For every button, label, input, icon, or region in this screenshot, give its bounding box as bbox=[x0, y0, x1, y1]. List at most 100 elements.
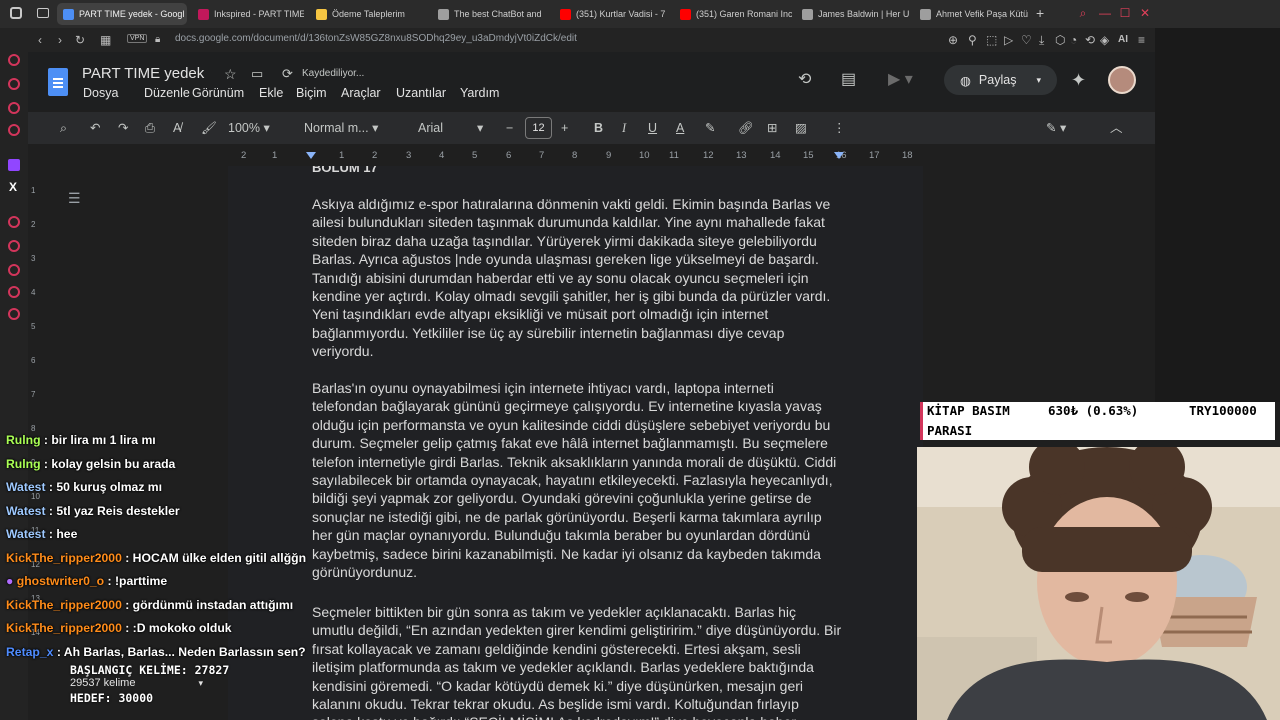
horizontal-ruler[interactable]: 2 1 1 2 3 4 5 6 7 8 9 10 11 12 13 14 15 16 17 18 bbox=[28, 146, 1155, 166]
browser-tab[interactable]: (351) Kurtlar Vadisi - 7 bbox=[554, 3, 670, 25]
cube-icon[interactable]: ◈ bbox=[1100, 33, 1109, 47]
add-comment-icon[interactable]: ⊞ bbox=[767, 120, 777, 136]
link-icon[interactable]: 🔗︎ bbox=[738, 120, 754, 136]
lock-icon[interactable]: 🔒︎ bbox=[155, 33, 160, 47]
document-title[interactable]: PART TIME yedek bbox=[82, 65, 204, 82]
sync-icon[interactable]: ⟳ bbox=[282, 66, 293, 82]
redo-icon[interactable]: ↷ bbox=[118, 120, 128, 136]
text-color-button[interactable]: A bbox=[676, 120, 684, 136]
right-indent-marker[interactable] bbox=[834, 152, 844, 159]
paragraph[interactable]: Barlas'ın oyunu oynayabilmesi için inter… bbox=[312, 379, 852, 581]
increase-font-size-button[interactable]: + bbox=[561, 120, 568, 136]
menu-icon[interactable] bbox=[10, 7, 22, 19]
reload-icon[interactable]: ↻ bbox=[75, 33, 85, 47]
editing-mode-icon[interactable]: ✎ ▾ bbox=[1046, 120, 1066, 136]
rail-app-icon-2[interactable] bbox=[8, 78, 20, 90]
browser-menu-icon[interactable]: ≡ bbox=[1138, 33, 1145, 47]
twitch-icon[interactable] bbox=[8, 159, 20, 171]
search-tabs-icon[interactable]: ⌕ bbox=[1076, 6, 1090, 20]
bookmark-icon[interactable]: ♡ bbox=[1021, 33, 1032, 47]
paragraph[interactable]: Seçmeler bittikten bir gün sonra as takı… bbox=[312, 603, 852, 720]
maximize-button[interactable]: ☐ bbox=[1118, 6, 1132, 20]
browser-tab[interactable]: Inkspired - PART TIME bbox=[192, 3, 304, 25]
style-select[interactable]: Normal m... ▾ bbox=[304, 120, 378, 136]
rail-app-icon-1[interactable] bbox=[8, 54, 20, 66]
play-icon[interactable]: ▷ bbox=[1004, 33, 1013, 47]
new-tab-button[interactable]: + bbox=[1036, 5, 1044, 21]
decrease-font-size-button[interactable]: − bbox=[506, 120, 513, 136]
ai-icon[interactable]: AI bbox=[1118, 33, 1128, 47]
document-page[interactable]: BÖLÜM 17 Askıya aldığımız e-spor hatıral… bbox=[228, 166, 923, 720]
docs-word-count[interactable]: 29537 kelime ▾ bbox=[70, 677, 203, 689]
undo-icon[interactable]: ↶ bbox=[90, 120, 100, 136]
history-icon[interactable]: ⟲ bbox=[1085, 33, 1095, 47]
browser-tab[interactable]: James Baldwin | Her U bbox=[796, 3, 910, 25]
rail-app-icon-7[interactable] bbox=[8, 264, 20, 276]
rail-app-icon-5[interactable] bbox=[8, 216, 20, 228]
gemini-icon[interactable]: ✦ bbox=[1071, 71, 1086, 89]
comments-icon[interactable]: ▤ bbox=[841, 71, 856, 89]
zoom-select[interactable]: 100% ▾ bbox=[228, 120, 270, 136]
italic-button[interactable]: I bbox=[622, 120, 626, 136]
collapse-menu-icon[interactable]: ︿ bbox=[1110, 120, 1123, 136]
more-options-icon[interactable]: ⋮ bbox=[833, 120, 846, 136]
home-grid-icon[interactable]: ▦ bbox=[100, 33, 111, 47]
forward-icon[interactable]: › bbox=[58, 33, 62, 47]
spellcheck-icon[interactable]: A̸ bbox=[173, 120, 181, 136]
docs-logo-icon[interactable] bbox=[48, 68, 68, 96]
avatar[interactable] bbox=[1108, 66, 1136, 94]
menu-item[interactable]: Ekle bbox=[259, 86, 283, 100]
font-select[interactable]: Arial ▾ bbox=[418, 120, 483, 136]
saving-status: Kaydediliyor... bbox=[302, 68, 365, 79]
menu-item[interactable]: Biçim bbox=[296, 86, 327, 100]
browser-tab[interactable]: Ödeme Taleplerim bbox=[310, 3, 428, 25]
chat-message: Rulng : bir lira mı 1 lira mı bbox=[6, 433, 156, 447]
rail-app-icon-6[interactable] bbox=[8, 240, 20, 252]
meet-icon[interactable]: ▶︎ ▾ bbox=[888, 71, 913, 89]
insert-image-icon[interactable]: ▨ bbox=[795, 120, 807, 136]
star-icon[interactable]: ☆ bbox=[224, 66, 237, 83]
close-window-button[interactable]: ✕ bbox=[1138, 6, 1152, 20]
zoom-icon[interactable]: ⊕ bbox=[948, 33, 958, 47]
browser-tab[interactable]: The best ChatBot and bbox=[432, 3, 550, 25]
chat-username: Rulng bbox=[6, 433, 41, 447]
menu-item[interactable]: Düzenle bbox=[144, 86, 190, 100]
x-icon[interactable]: X bbox=[9, 180, 17, 194]
document-outline-icon[interactable]: ☰ bbox=[68, 190, 81, 207]
pin-icon[interactable]: ⚲ bbox=[968, 33, 977, 47]
menu-item[interactable]: Görünüm bbox=[192, 86, 244, 100]
browser-tab[interactable]: (351) Garen Romani Inc bbox=[674, 3, 792, 25]
paragraph[interactable]: Askıya aldığımız e-spor hatıralarına dön… bbox=[312, 195, 852, 361]
highlight-icon[interactable]: ✎ bbox=[705, 120, 715, 136]
menu-item[interactable]: Dosya bbox=[83, 86, 118, 100]
rail-app-icon-3[interactable] bbox=[8, 102, 20, 114]
search-menus-icon[interactable]: ⌕ bbox=[60, 120, 67, 136]
rail-app-icon-8[interactable] bbox=[8, 286, 20, 298]
back-icon[interactable]: ‹ bbox=[38, 33, 42, 47]
settings-icon[interactable] bbox=[8, 308, 20, 320]
snapshot-icon[interactable]: ⬚ bbox=[986, 33, 997, 47]
share-button[interactable]: ◍ Paylaş ▾ bbox=[944, 65, 1057, 95]
rail-app-icon-4[interactable] bbox=[8, 124, 20, 136]
menu-item[interactable]: Uzantılar bbox=[396, 86, 446, 100]
indent-marker[interactable] bbox=[306, 152, 316, 159]
webcam-feed bbox=[917, 447, 1280, 720]
menu-item[interactable]: Yardım bbox=[460, 86, 499, 100]
minimize-button[interactable]: — bbox=[1098, 6, 1112, 20]
download-icon[interactable]: ⤓ bbox=[1039, 33, 1044, 47]
menu-item[interactable]: Araçlar bbox=[341, 86, 381, 100]
tab-manager-icon[interactable] bbox=[37, 8, 49, 18]
extensions-icon[interactable]: ⬡ bbox=[1055, 33, 1065, 47]
version-history-icon[interactable]: ⟲ bbox=[798, 71, 811, 89]
paint-format-icon[interactable]: 🖌︎ bbox=[201, 120, 217, 136]
bold-button[interactable]: B bbox=[594, 120, 603, 136]
print-icon[interactable]: ⎙ bbox=[145, 120, 155, 136]
vpn-badge[interactable]: VPN bbox=[127, 34, 148, 43]
browser-tab[interactable]: Ahmet Vefik Paşa Kütü bbox=[914, 3, 1034, 25]
browser-tab[interactable]: PART TIME yedek - Googl bbox=[57, 3, 187, 25]
move-folder-icon[interactable]: ▭ bbox=[251, 66, 263, 82]
profile-icon[interactable]: ◔ bbox=[1070, 33, 1077, 47]
url-field[interactable]: docs.google.com/document/d/136tonZsW85GZ… bbox=[175, 33, 577, 44]
underline-button[interactable]: U bbox=[648, 120, 657, 136]
font-size-input[interactable]: 12 bbox=[525, 117, 552, 139]
